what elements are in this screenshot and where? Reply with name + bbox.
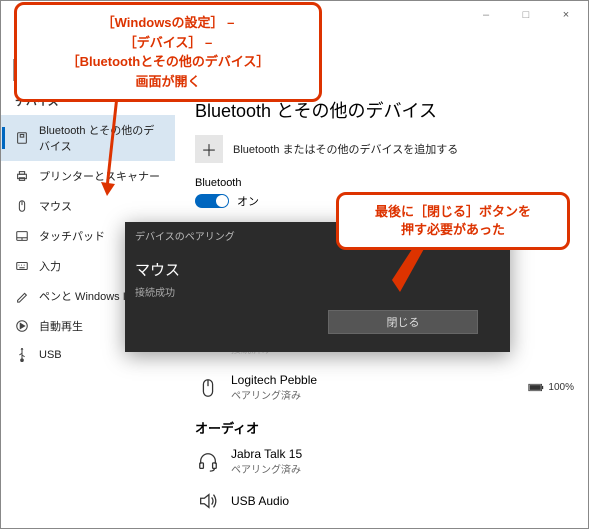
- keyboard-icon: [15, 259, 29, 273]
- sidebar-item-label: Bluetooth とその他のデバイス: [39, 122, 165, 154]
- mouse-icon: [15, 199, 29, 213]
- bluetooth-toggle[interactable]: [195, 194, 229, 208]
- printer-icon: [15, 169, 29, 183]
- device-row[interactable]: USB Audio: [195, 482, 574, 520]
- speaker-icon: [195, 488, 221, 514]
- annotation-callout: ［Windowsの設定］ –［デバイス］ –［Bluetoothとその他のデバイ…: [14, 2, 322, 102]
- device-name: Jabra Talk 15: [231, 447, 302, 461]
- autoplay-icon: [15, 319, 29, 333]
- minimize-button[interactable]: –: [466, 1, 506, 29]
- device-row[interactable]: Jabra Talk 15 ペアリング済み: [195, 441, 574, 482]
- device-name: Logitech Pebble: [231, 373, 317, 387]
- headset-icon: [195, 449, 221, 475]
- pen-icon: [15, 289, 29, 303]
- device-sub: ペアリング済み: [231, 387, 317, 402]
- dialog-close-button[interactable]: 閉じる: [328, 310, 478, 334]
- add-device-button[interactable]: ＋: [195, 135, 223, 163]
- sidebar-item-label: ペンと Windows Ink: [39, 288, 137, 304]
- sidebar-item-mouse[interactable]: マウス: [1, 191, 175, 221]
- dialog-device-name: マウス: [135, 259, 500, 280]
- dialog-status: 接続成功: [135, 284, 500, 299]
- sidebar-item-label: 自動再生: [39, 318, 83, 334]
- device-name: USB Audio: [231, 494, 289, 508]
- close-window-button[interactable]: ×: [546, 1, 586, 29]
- device-row[interactable]: Logitech Pebble ペアリング済み 100%: [195, 367, 574, 408]
- battery-indicator: 100%: [528, 382, 574, 393]
- add-device-row[interactable]: ＋ Bluetooth またはその他のデバイスを追加する: [195, 135, 574, 163]
- sidebar-item-label: プリンターとスキャナー: [39, 168, 160, 184]
- annotation-callout: 最後に［閉じる］ボタンを押す必要があった: [336, 192, 570, 250]
- add-device-label: Bluetooth またはその他のデバイスを追加する: [233, 141, 458, 157]
- sidebar-item-label: タッチパッド: [39, 228, 105, 244]
- audio-heading: オーディオ: [195, 418, 574, 437]
- sidebar-item-label: USB: [39, 349, 62, 361]
- device-sub: ペアリング済み: [231, 461, 302, 476]
- mouse2-icon: [195, 375, 221, 401]
- maximize-button[interactable]: □: [506, 1, 546, 29]
- sidebar-item-label: 入力: [39, 258, 61, 274]
- bluetooth-label: Bluetooth: [195, 177, 574, 189]
- sidebar-item-label: マウス: [39, 198, 72, 214]
- touchpad-icon: [15, 229, 29, 243]
- sidebar-item-printers[interactable]: プリンターとスキャナー: [1, 161, 175, 191]
- bluetooth-state: オン: [237, 193, 259, 209]
- sidebar-item-bluetooth[interactable]: Bluetooth とその他のデバイス: [1, 115, 175, 161]
- usb-icon: [15, 348, 29, 362]
- bluetooth-icon: [15, 131, 29, 145]
